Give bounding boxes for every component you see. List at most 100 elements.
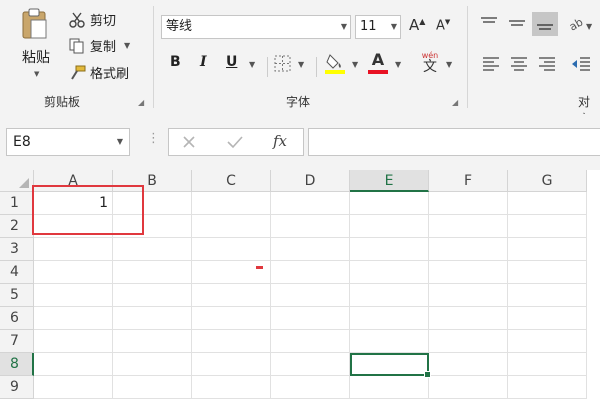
column-header-f[interactable]: F xyxy=(429,170,508,192)
font-color-dropdown-icon[interactable]: ▼ xyxy=(395,60,401,69)
cell-c2[interactable] xyxy=(192,215,271,238)
row-header-3[interactable]: 3 xyxy=(0,238,34,261)
align-top-icon[interactable] xyxy=(480,16,498,30)
bold-button[interactable]: B xyxy=(170,54,181,70)
copy-button[interactable]: 复制 ▼ xyxy=(68,36,130,55)
underline-dropdown-icon[interactable]: ▼ xyxy=(249,60,255,69)
copy-dropdown-icon[interactable]: ▼ xyxy=(124,41,130,50)
cell-c4[interactable] xyxy=(192,261,271,284)
cell-e3[interactable] xyxy=(350,238,429,261)
cell-d8[interactable] xyxy=(271,353,350,376)
cell-a5[interactable] xyxy=(34,284,113,307)
cell-b8[interactable] xyxy=(113,353,192,376)
row-header-8[interactable]: 8 xyxy=(0,353,34,376)
cell-c6[interactable] xyxy=(192,307,271,330)
cell-g8[interactable] xyxy=(508,353,587,376)
cell-e6[interactable] xyxy=(350,307,429,330)
cell-c8[interactable] xyxy=(192,353,271,376)
cell-a8[interactable] xyxy=(34,353,113,376)
name-box[interactable]: E8 ▼ xyxy=(6,128,130,156)
format-painter-button[interactable]: 格式刷 xyxy=(68,63,129,82)
cell-g3[interactable] xyxy=(508,238,587,261)
row-header-7[interactable]: 7 xyxy=(0,330,34,353)
column-header-d[interactable]: D xyxy=(271,170,350,192)
cell-e4[interactable] xyxy=(350,261,429,284)
cell-b7[interactable] xyxy=(113,330,192,353)
cut-button[interactable]: 剪切 xyxy=(68,10,116,29)
cell-d5[interactable] xyxy=(271,284,350,307)
cell-d3[interactable] xyxy=(271,238,350,261)
border-icon[interactable] xyxy=(273,55,293,73)
column-header-g[interactable]: G xyxy=(508,170,587,192)
select-all-corner[interactable] xyxy=(0,170,34,192)
cell-a3[interactable] xyxy=(34,238,113,261)
cell-e8[interactable] xyxy=(350,353,431,378)
decrease-font-size-button[interactable]: A▼ xyxy=(436,18,450,33)
align-center-icon[interactable] xyxy=(510,57,528,71)
cell-e7[interactable] xyxy=(350,330,429,353)
cell-c7[interactable] xyxy=(192,330,271,353)
cell-e5[interactable] xyxy=(350,284,429,307)
cell-b6[interactable] xyxy=(113,307,192,330)
font-name-select[interactable]: 等线 ▼ xyxy=(161,15,351,39)
formula-bar-grip-icon[interactable]: ⋮ xyxy=(147,131,160,146)
fill-color-dropdown-icon[interactable]: ▼ xyxy=(352,60,358,69)
cell-a6[interactable] xyxy=(34,307,113,330)
cell-f3[interactable] xyxy=(429,238,508,261)
column-header-c[interactable]: C xyxy=(192,170,271,192)
phonetic-dropdown-icon[interactable]: ▼ xyxy=(446,60,452,69)
column-header-e[interactable]: E xyxy=(350,170,429,192)
row-header-2[interactable]: 2 xyxy=(0,215,34,238)
insert-function-button[interactable]: fx xyxy=(273,132,287,150)
row-header-6[interactable]: 6 xyxy=(0,307,34,330)
increase-font-size-button[interactable]: A▲ xyxy=(409,16,425,34)
cell-d6[interactable] xyxy=(271,307,350,330)
cell-f4[interactable] xyxy=(429,261,508,284)
cell-d2[interactable] xyxy=(271,215,350,238)
cell-f2[interactable] xyxy=(429,215,508,238)
border-dropdown-icon[interactable]: ▼ xyxy=(298,60,304,69)
cell-g2[interactable] xyxy=(508,215,587,238)
cell-g7[interactable] xyxy=(508,330,587,353)
cell-a4[interactable] xyxy=(34,261,113,284)
cell-f8[interactable] xyxy=(429,353,508,376)
italic-button[interactable]: I xyxy=(200,54,207,70)
cell-f6[interactable] xyxy=(429,307,508,330)
cell-g4[interactable] xyxy=(508,261,587,284)
row-header-1[interactable]: 1 xyxy=(0,192,34,215)
phonetic-guide-button[interactable]: wén 文 xyxy=(419,52,441,75)
cell-g5[interactable] xyxy=(508,284,587,307)
cell-g6[interactable] xyxy=(508,307,587,330)
cell-f5[interactable] xyxy=(429,284,508,307)
cell-b4[interactable] xyxy=(113,261,192,284)
cell-b3[interactable] xyxy=(113,238,192,261)
font-color-button[interactable]: A xyxy=(367,50,389,74)
cell-d1[interactable] xyxy=(271,192,350,215)
cell-c1[interactable] xyxy=(192,192,271,215)
name-box-dropdown-icon[interactable]: ▼ xyxy=(117,129,123,155)
cell-e1[interactable] xyxy=(350,192,429,215)
cell-b5[interactable] xyxy=(113,284,192,307)
cell-a7[interactable] xyxy=(34,330,113,353)
cell-g1[interactable] xyxy=(508,192,587,215)
align-right-icon[interactable] xyxy=(538,57,556,71)
orientation-icon[interactable]: ab ▼ xyxy=(568,14,594,32)
row-header-5[interactable]: 5 xyxy=(0,284,34,307)
align-middle-icon[interactable] xyxy=(508,16,526,30)
decrease-indent-icon[interactable] xyxy=(571,56,591,72)
align-bottom-button[interactable] xyxy=(532,12,558,36)
fill-color-icon[interactable] xyxy=(324,52,346,74)
row-header-4[interactable]: 4 xyxy=(0,261,34,284)
cell-c5[interactable] xyxy=(192,284,271,307)
cell-e2[interactable] xyxy=(350,215,429,238)
cell-f7[interactable] xyxy=(429,330,508,353)
fill-handle[interactable] xyxy=(424,371,431,378)
cancel-icon[interactable] xyxy=(182,135,196,149)
cell-c3[interactable] xyxy=(192,238,271,261)
align-left-icon[interactable] xyxy=(482,57,500,71)
clipboard-dialog-launcher-icon[interactable]: ◢ xyxy=(138,98,144,107)
paste-dropdown-icon[interactable]: ▼ xyxy=(34,70,39,78)
formula-input[interactable] xyxy=(308,128,600,156)
font-size-select[interactable]: 11 ▼ xyxy=(355,15,401,39)
font-dialog-launcher-icon[interactable]: ◢ xyxy=(452,98,458,107)
